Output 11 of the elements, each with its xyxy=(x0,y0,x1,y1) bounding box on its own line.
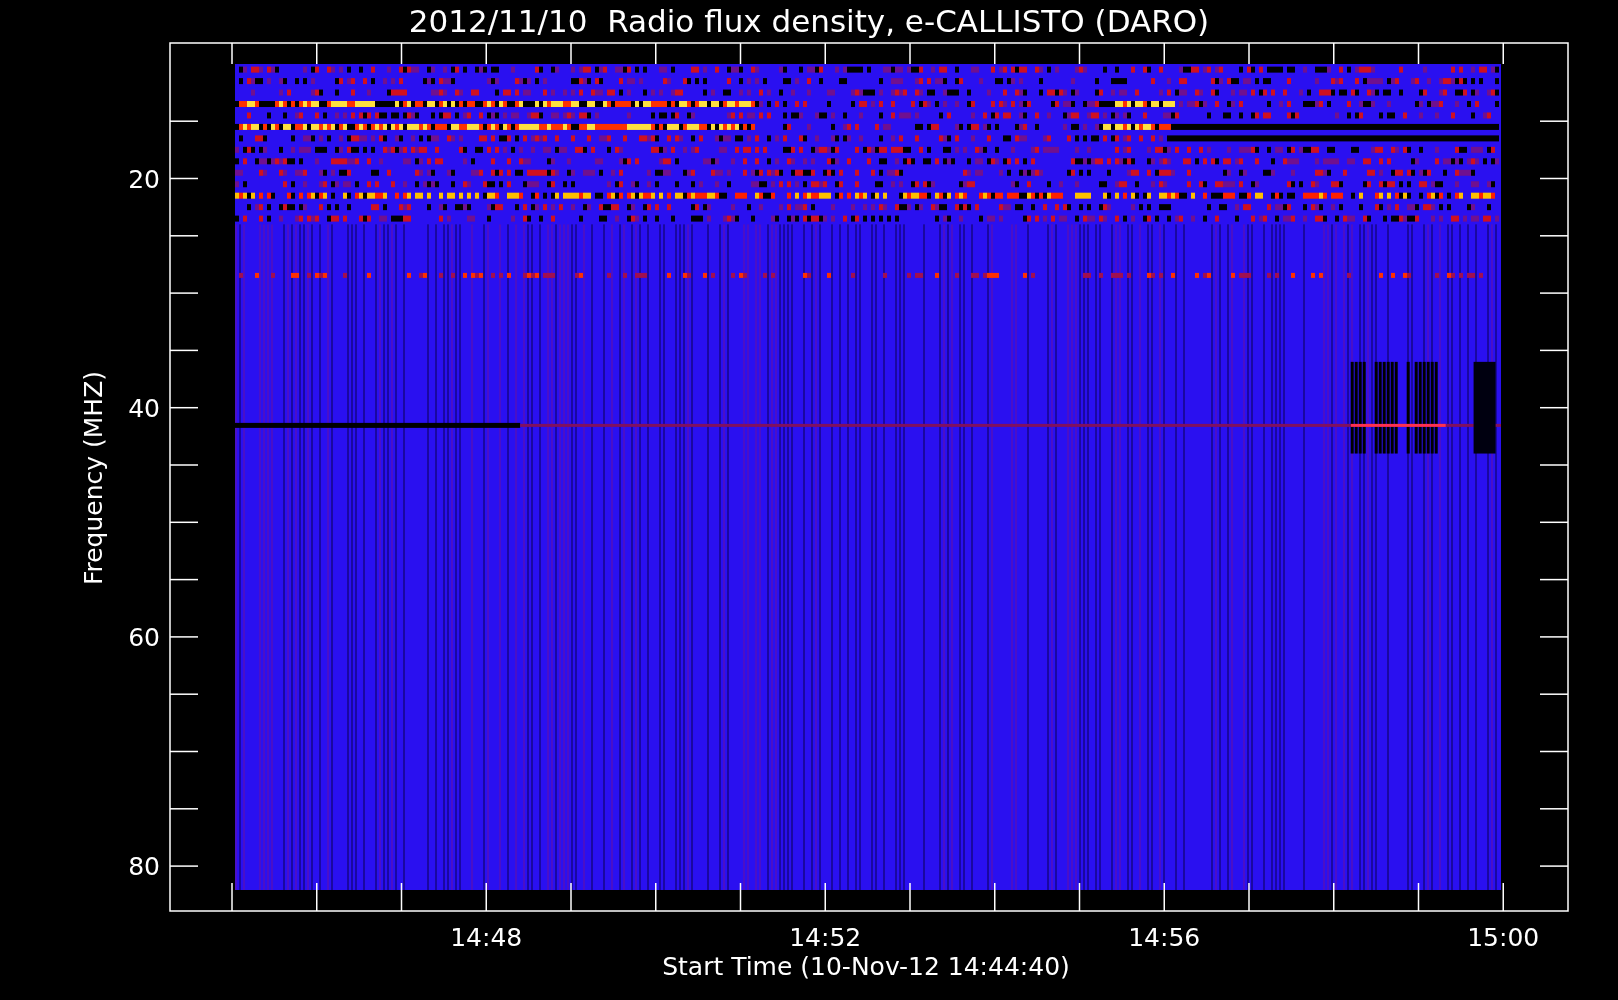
chart-title: 2012/11/10 Radio flux density, e-CALLISTO (DARO) xyxy=(408,3,1210,39)
x-tick-label: 15:00 xyxy=(1467,923,1540,952)
y-axis-label: Frequency (MHZ) xyxy=(79,370,108,586)
x-tick-label: 14:52 xyxy=(789,923,862,952)
x-tick-label: 14:56 xyxy=(1128,923,1201,952)
x-tick-label: 14:48 xyxy=(450,923,523,952)
y-tick-label: 60 xyxy=(128,622,160,652)
y-tick-label: 80 xyxy=(128,852,160,882)
y-tick-label: 20 xyxy=(128,164,160,194)
y-tick-label: 40 xyxy=(128,393,160,423)
x-axis-label: Start Time (10-Nov-12 14:44:40) xyxy=(662,952,1070,981)
